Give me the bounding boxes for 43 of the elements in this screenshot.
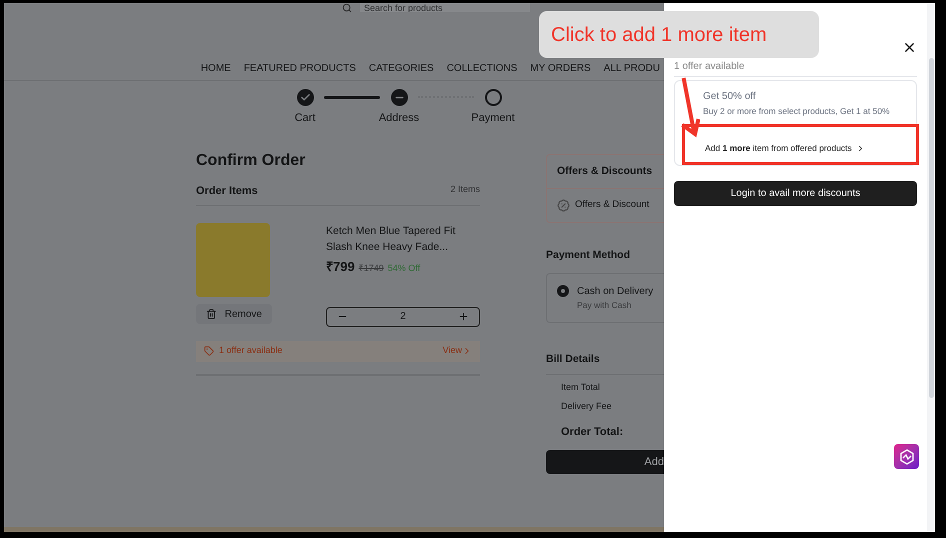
quantity-stepper[interactable]: 2 bbox=[326, 306, 480, 326]
offers-row: Offers & Discount bbox=[575, 198, 650, 212]
nav-link[interactable]: ALL PRODU bbox=[604, 61, 660, 76]
remove-button[interactable]: Remove bbox=[196, 304, 272, 324]
nav-link[interactable]: CATEGORIES bbox=[368, 61, 434, 76]
bill-row-label: Item Total bbox=[560, 380, 601, 394]
section-title: Order Items bbox=[196, 184, 258, 198]
discount: 54% Off bbox=[388, 262, 420, 275]
item-count: 2 Items bbox=[450, 182, 480, 196]
nav-link[interactable]: HOME bbox=[200, 61, 231, 76]
step-label: Payment bbox=[471, 111, 515, 126]
tag-icon bbox=[204, 346, 214, 356]
original-price: ₹1749 bbox=[358, 262, 384, 275]
step-label: Address bbox=[378, 111, 420, 126]
section-title: Payment Method bbox=[546, 248, 632, 262]
quantity-value: 2 bbox=[400, 310, 406, 324]
bill-row-label: Delivery Fee bbox=[560, 400, 613, 414]
offer-title: Get 50% off bbox=[703, 90, 757, 104]
add-more-link[interactable]: Add 1 more item from offered products bbox=[685, 142, 910, 155]
product-name: Ketch Men Blue Tapered Fit Slash Knee Heavy Fade... bbox=[326, 224, 456, 255]
nav-link[interactable]: FEATURED PRODUCTS bbox=[244, 61, 356, 76]
search-icon bbox=[342, 3, 352, 13]
offer-text: 1 offer available bbox=[219, 344, 282, 358]
option-sublabel: Pay with Cash bbox=[577, 299, 632, 312]
close-icon bbox=[902, 40, 917, 55]
price: ₹799 bbox=[326, 258, 355, 276]
option-label: Cash on Delivery bbox=[577, 285, 654, 300]
close-button[interactable] bbox=[902, 40, 917, 55]
page-title: Confirm Order bbox=[196, 150, 306, 170]
order-total-label: Order Total: bbox=[560, 424, 624, 440]
offer-description: Buy 2 or more from select products, Get 1 at 50% bbox=[703, 105, 891, 118]
nav-link[interactable]: COLLECTIONS bbox=[446, 61, 518, 76]
add-button[interactable]: Add bbox=[546, 450, 664, 474]
search-field[interactable]: Search for products bbox=[360, 3, 530, 12]
app-logo-icon bbox=[894, 444, 919, 469]
drawer-heading: 1 offer available bbox=[674, 60, 744, 74]
callout-bubble: Click to add 1 more item bbox=[539, 11, 819, 58]
plus-icon bbox=[458, 311, 469, 322]
trash-icon bbox=[206, 308, 217, 320]
login-button[interactable]: Login to avail more discounts bbox=[674, 180, 917, 206]
discount-badge-icon bbox=[557, 198, 570, 212]
nav-link[interactable]: MY ORDERS bbox=[530, 61, 591, 76]
step-label: Cart bbox=[294, 111, 316, 126]
